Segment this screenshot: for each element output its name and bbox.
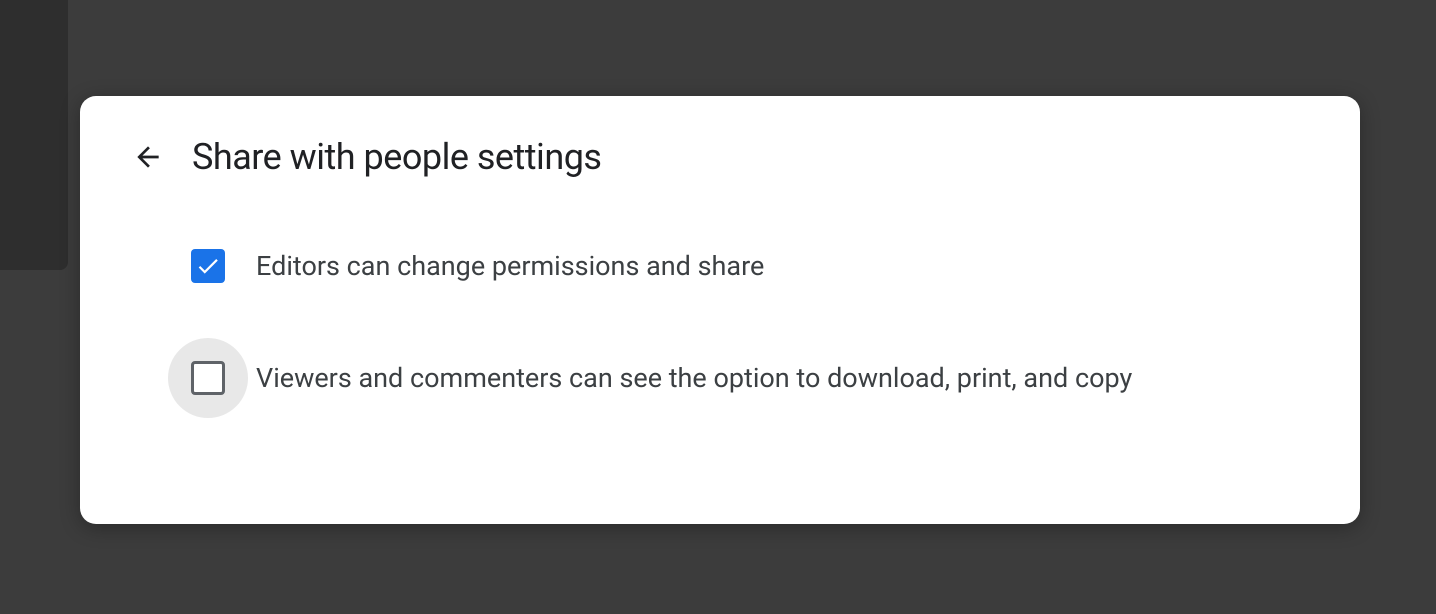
back-button[interactable] — [128, 137, 168, 177]
option-label: Viewers and commenters can see the optio… — [256, 362, 1132, 394]
checkmark-icon — [195, 253, 221, 279]
checkbox-wrapper — [168, 226, 248, 306]
arrow-left-icon — [132, 141, 164, 173]
options-list: Editors can change permissions and share… — [128, 226, 1312, 418]
checkbox-wrapper — [168, 338, 248, 418]
checkbox-editors-permissions[interactable] — [191, 249, 225, 283]
dialog-header: Share with people settings — [128, 136, 1312, 178]
option-viewers-download: Viewers and commenters can see the optio… — [188, 338, 1312, 418]
side-panel — [0, 0, 68, 270]
option-label: Editors can change permissions and share — [256, 250, 764, 282]
dialog-title: Share with people settings — [192, 136, 602, 178]
share-settings-dialog: Share with people settings Editors can c… — [80, 96, 1360, 524]
checkbox-viewers-download[interactable] — [191, 361, 225, 395]
option-editors-permissions: Editors can change permissions and share — [188, 226, 1312, 306]
